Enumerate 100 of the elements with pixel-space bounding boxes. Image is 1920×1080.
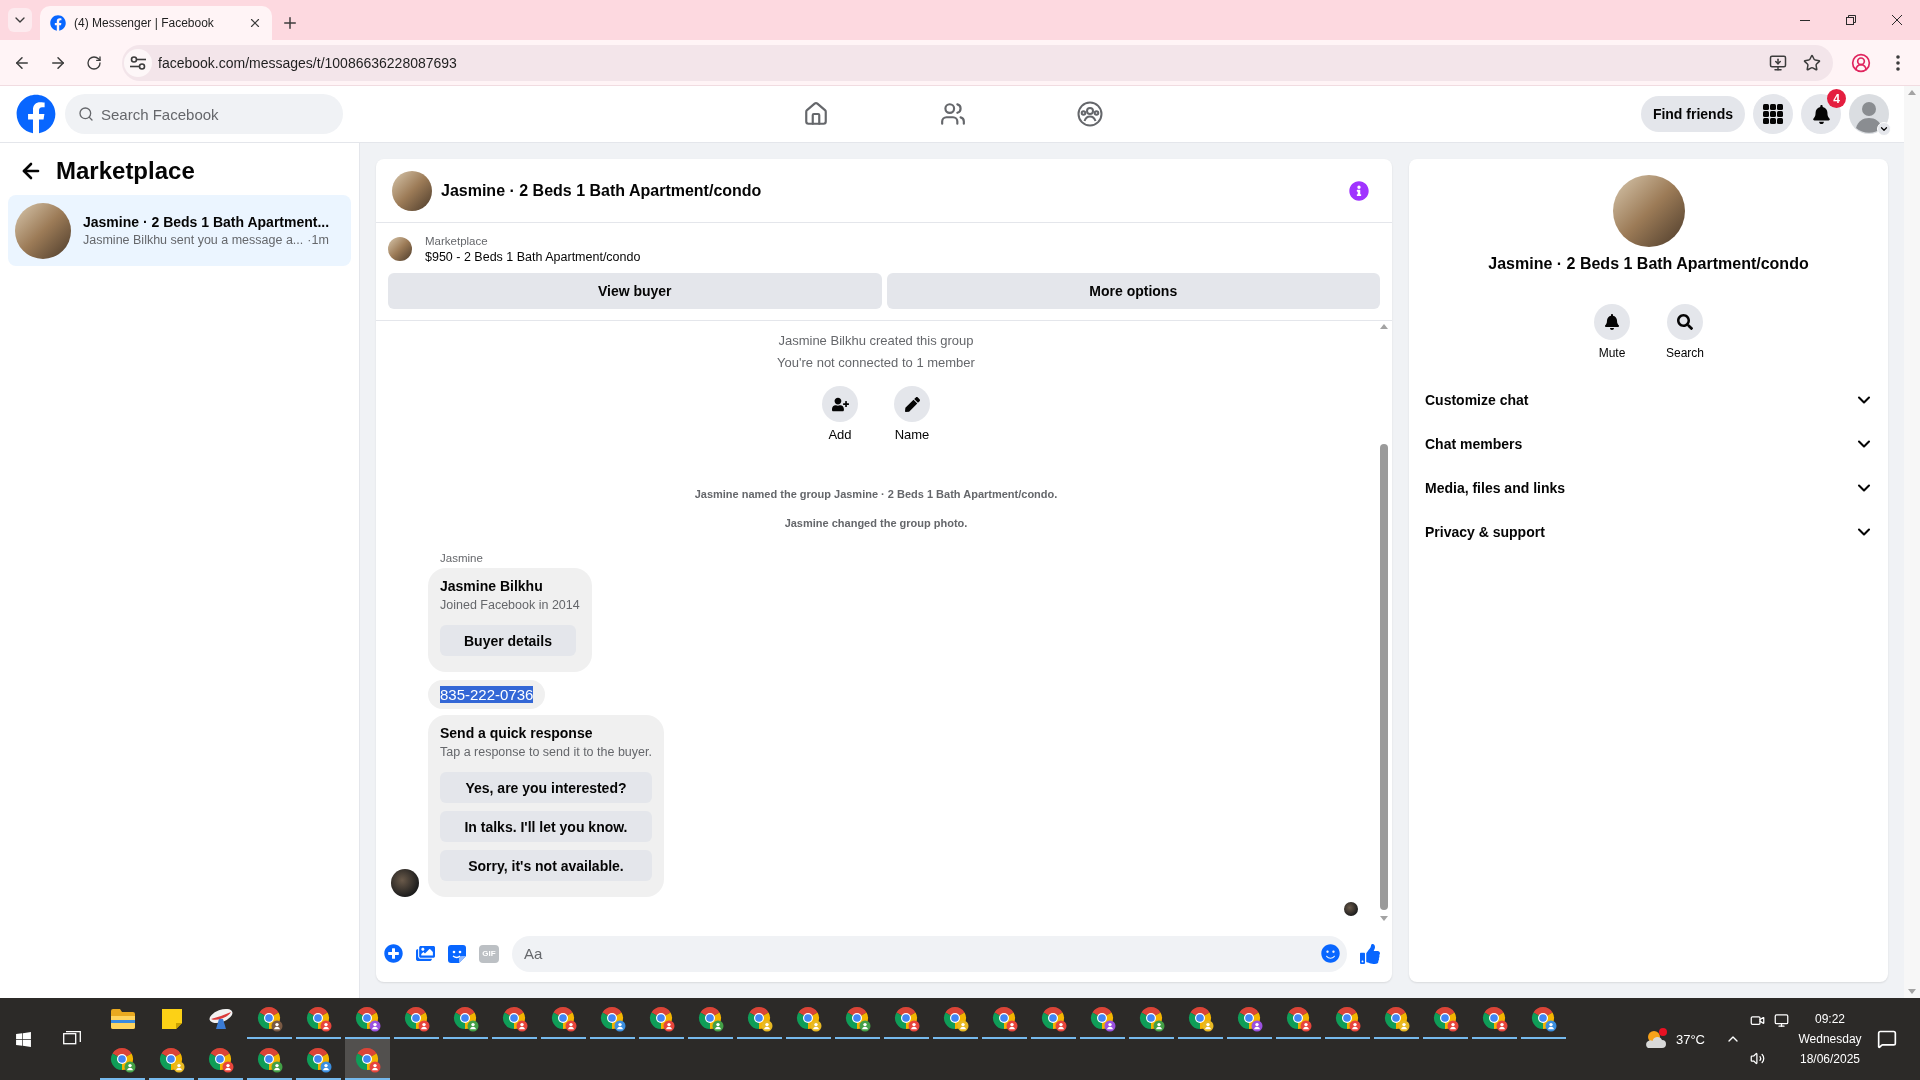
group-action-button[interactable]: Add xyxy=(810,386,870,443)
menu-button[interactable] xyxy=(1753,94,1793,134)
notifications-button[interactable] xyxy=(1801,94,1841,134)
photos-icon xyxy=(415,944,435,963)
speech-bubble-icon xyxy=(1877,1029,1897,1049)
search-field[interactable]: Search Facebook xyxy=(65,94,343,134)
listing-action-button[interactable]: More options xyxy=(886,273,1380,309)
address-bar[interactable]: facebook.com/messages/t/10086636228087693 xyxy=(122,44,1833,81)
taskbar-app-button[interactable] xyxy=(345,1039,390,1080)
quick-reply-button[interactable]: Yes, are you interested? xyxy=(440,772,652,803)
chat-title: Jasmine · 2 Beds 1 Bath Apartment/condo xyxy=(441,181,763,200)
home-icon xyxy=(802,101,829,127)
monitor-icon xyxy=(1773,1012,1789,1028)
quick-response-title: Send a quick response xyxy=(440,724,593,743)
close-icon xyxy=(1892,15,1902,25)
chat-action-button[interactable]: Search xyxy=(1655,304,1715,361)
plus-icon xyxy=(281,14,299,32)
speaker-icon xyxy=(1749,1050,1765,1066)
clock-button[interactable]: 09:22 Wednesday 18/06/2025 xyxy=(1793,1009,1867,1069)
details-section-row[interactable]: Privacy & support xyxy=(1409,510,1888,554)
conversation-title: Jasmine · 2 Beds 1 Bath Apartment... xyxy=(83,214,330,230)
photo-placeholder xyxy=(391,869,419,897)
details-section-row[interactable]: Chat members xyxy=(1409,422,1888,466)
sticker-icon xyxy=(448,944,466,963)
scroll-down-arrow-icon xyxy=(1380,916,1388,921)
friends-icon xyxy=(939,101,966,127)
message-time: ·1m xyxy=(307,233,329,247)
user-avatar-icon xyxy=(1849,94,1889,134)
browser-tab[interactable]: (4) Messenger | Facebook xyxy=(40,6,272,40)
photo-placeholder xyxy=(388,237,412,261)
listing-summary: $950 - 2 Beds 1 Bath Apartment/condo xyxy=(425,249,641,264)
profile-name: Jasmine Bilkhu xyxy=(440,577,543,596)
satellite-dish-icon xyxy=(207,1006,234,1031)
emoji-button[interactable] xyxy=(1319,942,1341,965)
reload-icon xyxy=(86,54,102,71)
account-button[interactable] xyxy=(1849,94,1889,134)
more-icon xyxy=(1896,54,1900,71)
scroll-down-arrow-icon xyxy=(1908,989,1916,994)
group-action-button[interactable]: Name xyxy=(882,386,942,443)
tab-title: (4) Messenger | Facebook xyxy=(74,16,215,30)
details-section-row[interactable]: Media, files and links xyxy=(1409,466,1888,510)
search-icon xyxy=(78,106,94,122)
info-button[interactable] xyxy=(1348,179,1370,202)
quick-reply-button[interactable]: In talks. I'll let you know. xyxy=(440,811,652,842)
message-preview: Jasmine Bilkhu sent you a message a... xyxy=(83,233,304,247)
system-notice: Jasmine Bilkhu created this group xyxy=(777,332,975,350)
sidebar-title: Marketplace xyxy=(56,157,195,185)
site-info-button[interactable] xyxy=(124,48,152,77)
sender-name: Jasmine xyxy=(439,551,483,565)
smiley-icon xyxy=(1320,944,1340,963)
system-notice: You're not connected to 1 member xyxy=(776,354,976,372)
scroll-up-arrow-icon xyxy=(1380,324,1388,329)
buyer-details-button[interactable]: Buyer details xyxy=(440,625,576,656)
clock-date: 18/06/2025 xyxy=(1799,1051,1861,1068)
group-event-text: Jasmine changed the group photo. xyxy=(783,516,969,531)
clock-time: 09:22 xyxy=(1815,1011,1845,1028)
weather-button[interactable]: 37°C xyxy=(1643,1028,1705,1050)
chevron-down-icon xyxy=(1877,122,1891,136)
task-view-icon xyxy=(63,1031,81,1047)
add-person-icon xyxy=(822,386,858,422)
temperature-text: 37°C xyxy=(1675,1031,1705,1047)
install-icon xyxy=(1769,53,1787,72)
quick-reply-button[interactable]: Sorry, it's not available. xyxy=(440,850,652,881)
conversation-item[interactable]: Jasmine · 2 Beds 1 Bath Apartment... Jasmine Bilkhu sent you a message a... ·1m xyxy=(8,195,351,266)
info-icon xyxy=(1349,180,1369,201)
phone-number-text: 835-222-0736 xyxy=(440,686,534,703)
clock-day: Wednesday xyxy=(1798,1029,1862,1049)
scroll-up-arrow-icon xyxy=(1908,90,1916,95)
sticky-note-icon xyxy=(161,1008,182,1029)
listing-action-button[interactable]: View buyer xyxy=(388,273,882,309)
listing-source: Marketplace xyxy=(425,234,489,247)
windows-logo-icon xyxy=(14,1030,32,1048)
photo-placeholder xyxy=(1344,902,1358,916)
grid-menu-icon xyxy=(1763,104,1783,124)
group-event-text: Jasmine named the group Jasmine · 2 Beds 1 Bath Apartment/condo. xyxy=(693,487,1059,502)
joined-text: Joined Facebook in 2014 xyxy=(440,597,580,614)
message-input[interactable]: Aa xyxy=(512,935,1347,972)
star-icon xyxy=(1803,53,1821,72)
scrollbar-thumb[interactable] xyxy=(1380,444,1388,910)
search-icon xyxy=(1667,304,1703,340)
quick-response-hint: Tap a response to send it to the buyer. xyxy=(440,744,652,761)
groups-icon xyxy=(1076,101,1103,127)
minimize-icon xyxy=(1800,19,1810,21)
photo-placeholder xyxy=(392,170,432,211)
restore-icon xyxy=(1846,15,1856,25)
details-section-row[interactable]: Customize chat xyxy=(1409,378,1888,422)
group-title: Jasmine · 2 Beds 1 Bath Apartment/condo xyxy=(1488,254,1809,274)
find-friends-button[interactable]: Find friends xyxy=(1640,96,1745,132)
thumbs-up-icon xyxy=(1360,943,1380,964)
chat-action-button[interactable]: Mute xyxy=(1582,304,1642,361)
bell-icon xyxy=(1811,104,1831,124)
pencil-icon xyxy=(894,386,930,422)
facebook-logo-icon[interactable] xyxy=(16,94,56,134)
profile-icon xyxy=(1851,52,1871,73)
folder-icon xyxy=(110,1008,135,1029)
weather-icon xyxy=(1643,1028,1668,1050)
facebook-favicon-icon xyxy=(50,15,66,31)
url-text: facebook.com/messages/t/10086636228087693 xyxy=(158,54,458,71)
bell-icon xyxy=(1594,304,1630,340)
tune-icon xyxy=(130,55,146,70)
